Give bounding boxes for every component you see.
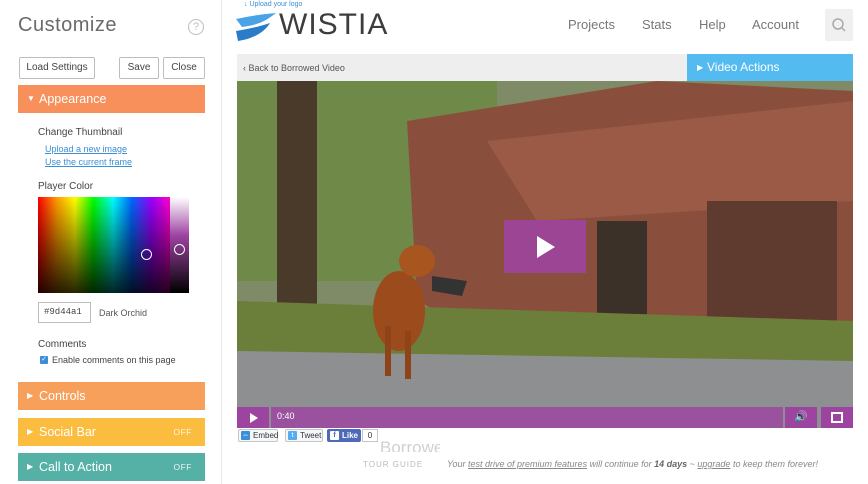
brightness-slider-handle[interactable] xyxy=(174,244,185,255)
color-name-label: Dark Orchid xyxy=(99,308,148,318)
tweet-button[interactable]: t Tweet xyxy=(285,429,323,442)
color-picker-handle[interactable] xyxy=(141,249,152,260)
comments-label: Comments xyxy=(38,339,87,350)
call-to-action-section-header[interactable]: ▶ Call to Action OFF xyxy=(18,453,205,481)
tour-msg-suffix: to keep them forever! xyxy=(730,459,818,469)
nav-account[interactable]: Account xyxy=(752,17,799,32)
volume-button[interactable]: 🔊 xyxy=(785,407,817,428)
caret-right-icon: ▶ xyxy=(27,391,34,400)
tour-guide-label: TOUR GUIDE xyxy=(363,460,424,469)
nav-help[interactable]: Help xyxy=(699,17,726,32)
upgrade-link[interactable]: upgrade xyxy=(697,459,730,469)
save-button[interactable]: Save xyxy=(119,57,159,79)
trial-days: 14 days xyxy=(654,459,688,469)
tour-guide-bar: TOUR GUIDE Your test drive of premium fe… xyxy=(237,455,853,475)
nav-projects[interactable]: Projects xyxy=(568,17,615,32)
player-control-bar: 0:40 🔊 xyxy=(237,407,853,428)
fullscreen-button[interactable] xyxy=(821,407,853,428)
embed-icon: ⇔ xyxy=(241,431,250,440)
player-color-label: Player Color xyxy=(38,181,94,192)
play-button[interactable] xyxy=(237,407,269,428)
caret-right-icon: ▶ xyxy=(697,63,704,72)
enable-comments-checkbox[interactable]: ✓ xyxy=(40,356,48,364)
social-bar-state: OFF xyxy=(173,427,192,437)
tour-msg-prefix: Your xyxy=(447,459,469,469)
call-to-action-state: OFF xyxy=(173,462,192,472)
close-button[interactable]: Close xyxy=(163,57,205,79)
color-picker-area[interactable] xyxy=(38,197,170,293)
social-bar-label: Social Bar xyxy=(39,425,96,439)
controls-label: Controls xyxy=(39,389,86,403)
twitter-icon: t xyxy=(288,431,297,440)
sidebar-title: Customize xyxy=(18,14,117,36)
video-player[interactable]: 0:40 🔊 xyxy=(237,81,853,428)
wistia-logo-mark-icon xyxy=(236,13,276,41)
tour-msg-sep: ~ xyxy=(687,459,698,469)
hex-color-input[interactable]: #9d44a1 xyxy=(38,302,91,323)
video-actions-label: Video Actions xyxy=(707,60,780,74)
brightness-slider[interactable] xyxy=(170,197,189,293)
caret-right-icon: ▶ xyxy=(27,462,34,471)
appearance-label: Appearance xyxy=(39,92,107,106)
search-icon xyxy=(832,18,846,32)
nav-stats[interactable]: Stats xyxy=(642,17,672,32)
big-play-button[interactable] xyxy=(504,220,586,273)
caret-down-icon: ▼ xyxy=(27,94,35,103)
search-button[interactable] xyxy=(825,9,853,41)
back-link-label: Back to Borrowed Video xyxy=(248,63,345,73)
facebook-like-button[interactable]: f Like xyxy=(327,429,361,442)
customize-sidebar: Customize ? Load Settings Save Close ▼ A… xyxy=(0,0,222,484)
video-actions-button[interactable]: ▶ Video Actions xyxy=(687,54,853,81)
appearance-section-header[interactable]: ▼ Appearance xyxy=(18,85,205,113)
video-action-bar: ‹ Back to Borrowed Video ▶ Video Actions xyxy=(237,54,853,81)
embed-button[interactable]: ⇔ Embed xyxy=(238,429,278,442)
social-bar-section-header[interactable]: ▶ Social Bar OFF xyxy=(18,418,205,446)
load-settings-button[interactable]: Load Settings xyxy=(19,57,95,79)
video-title: Borrowed Video xyxy=(380,438,440,452)
customize-page: Customize ? Load Settings Save Close ▼ A… xyxy=(0,0,868,484)
wistia-logo[interactable]: WISTIA xyxy=(236,8,396,44)
facebook-icon: f xyxy=(330,431,339,440)
caret-right-icon: ▶ xyxy=(27,427,34,436)
premium-features-link[interactable]: test drive of premium features xyxy=(468,459,587,469)
fullscreen-icon xyxy=(831,412,843,423)
tweet-label: Tweet xyxy=(300,431,322,440)
back-link[interactable]: ‹ Back to Borrowed Video xyxy=(243,63,345,73)
upload-logo-link[interactable]: ↓ Upload your logo xyxy=(244,1,302,8)
playbar-track[interactable]: 0:40 xyxy=(271,407,783,428)
tour-msg-middle: will continue for xyxy=(587,459,655,469)
help-icon[interactable]: ? xyxy=(188,19,204,35)
volume-icon: 🔊 xyxy=(794,411,808,423)
call-to-action-label: Call to Action xyxy=(39,460,112,474)
like-count: 0 xyxy=(362,429,378,442)
controls-section-header[interactable]: ▶ Controls xyxy=(18,382,205,410)
use-current-frame-link[interactable]: Use the current frame xyxy=(45,157,132,167)
tour-guide-message: Your test drive of premium features will… xyxy=(447,459,818,469)
like-label: Like xyxy=(342,431,359,440)
upload-image-link[interactable]: Upload a new image xyxy=(45,144,127,154)
duration-label: 0:40 xyxy=(277,411,295,421)
embed-label: Embed xyxy=(253,431,279,440)
play-icon xyxy=(250,413,258,423)
change-thumbnail-label: Change Thumbnail xyxy=(38,127,123,138)
logo-text: WISTIA xyxy=(279,8,389,41)
enable-comments-label: Enable comments on this page xyxy=(52,355,176,365)
play-icon xyxy=(537,236,555,258)
